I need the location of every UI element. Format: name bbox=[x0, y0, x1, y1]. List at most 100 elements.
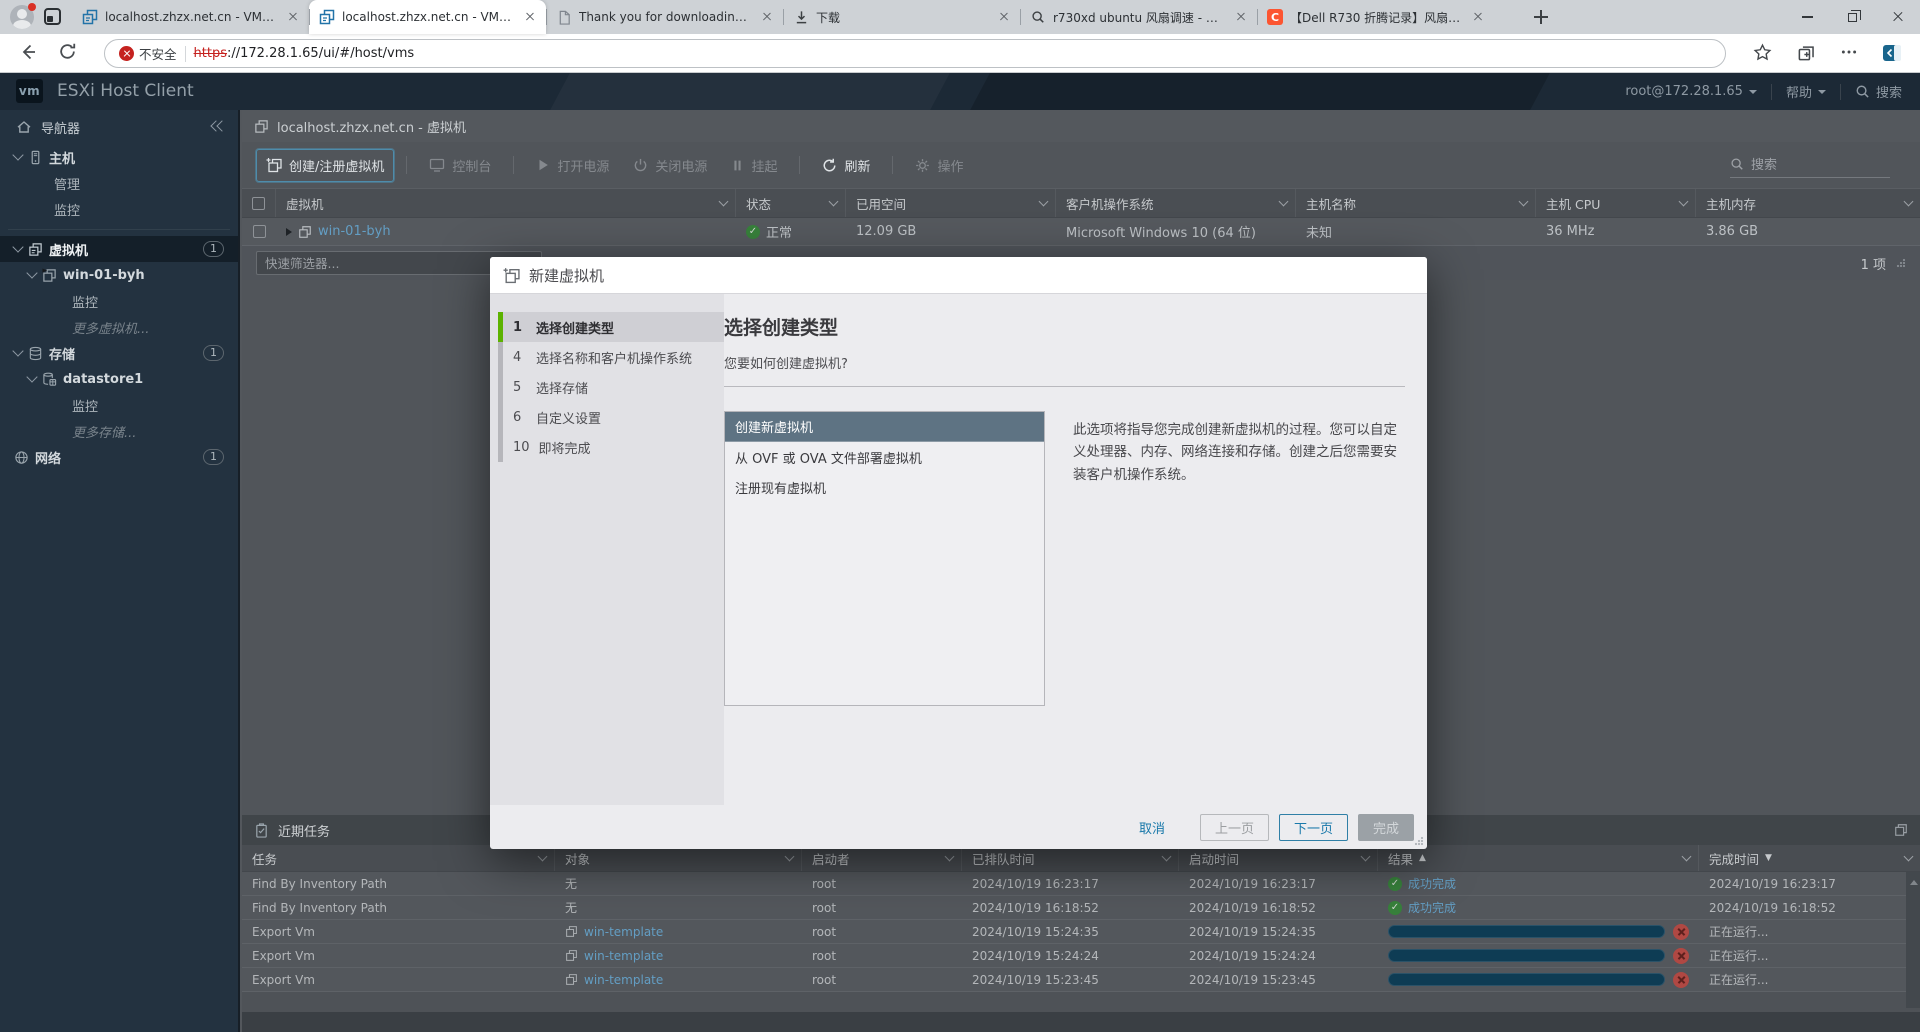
column-header[interactable]: 主机内存 bbox=[1696, 189, 1920, 217]
url-bar[interactable]: 不安全 https://172.28.1.65/ui/#/host/vms bbox=[104, 39, 1726, 68]
column-filter-icon[interactable] bbox=[1279, 197, 1289, 207]
chevron-down-icon[interactable] bbox=[12, 241, 23, 252]
expand-panel-icon[interactable] bbox=[1894, 823, 1908, 837]
result-link[interactable]: 成功完成 bbox=[1408, 899, 1456, 916]
toolbar-button[interactable]: 创建/注册虚拟机 bbox=[256, 149, 394, 182]
column-header[interactable]: 虚拟机 bbox=[276, 189, 736, 217]
column-filter-icon[interactable] bbox=[1039, 197, 1049, 207]
browser-tab[interactable]: localhost.zhzx.net.cn - VMware ES bbox=[72, 0, 309, 34]
resize-grip-icon[interactable] bbox=[1414, 836, 1424, 846]
tasks-scrollbar[interactable] bbox=[1906, 872, 1920, 1008]
sidebar-item[interactable] bbox=[0, 222, 238, 236]
sidebar-item[interactable]: 存储 1 bbox=[0, 340, 238, 366]
close-tab-icon[interactable] bbox=[522, 9, 538, 25]
cancel-task-icon[interactable] bbox=[1673, 972, 1689, 988]
sidebar-item[interactable]: 主机 bbox=[0, 144, 238, 170]
task-row[interactable]: Find By Inventory Path 无 root 2024/10/19… bbox=[242, 896, 1920, 920]
column-filter-icon[interactable] bbox=[785, 852, 795, 862]
task-row[interactable]: Export Vm win-template root 2024/10/19 1… bbox=[242, 968, 1920, 992]
toolbar-button[interactable]: 操作 bbox=[905, 149, 973, 182]
cancel-button[interactable]: 取消 bbox=[1124, 814, 1180, 841]
help-menu[interactable]: 帮助 bbox=[1786, 82, 1826, 101]
table-search-field[interactable]: 搜索 bbox=[1730, 154, 1890, 178]
wizard-step[interactable]: 6 自定义设置 bbox=[503, 402, 724, 432]
back-button[interactable]: 上一页 bbox=[1200, 814, 1269, 841]
result-link[interactable]: 成功完成 bbox=[1408, 875, 1456, 892]
toolbar-button[interactable]: 关闭电源 bbox=[623, 149, 717, 182]
column-filter-icon[interactable] bbox=[1904, 197, 1914, 207]
user-menu[interactable]: root@172.28.1.65 bbox=[1625, 84, 1757, 99]
column-filter-icon[interactable] bbox=[538, 852, 548, 862]
refresh-icon[interactable] bbox=[58, 42, 77, 61]
window-close-button[interactable] bbox=[1875, 0, 1920, 34]
wizard-step[interactable]: 5 选择存储 bbox=[503, 372, 724, 402]
creation-type-option[interactable]: 创建新虚拟机 bbox=[725, 412, 1044, 442]
vm-name-link[interactable]: win-01-byh bbox=[318, 224, 391, 239]
column-filter-icon[interactable] bbox=[829, 197, 839, 207]
column-header[interactable]: 完成时间 ▼ bbox=[1699, 845, 1920, 871]
column-header[interactable]: 客户机操作系统 bbox=[1056, 189, 1296, 217]
collapse-sidebar-icon[interactable] bbox=[212, 121, 226, 133]
close-tab-icon[interactable] bbox=[1233, 9, 1249, 25]
sidebar-item[interactable]: 网络 1 bbox=[0, 444, 238, 470]
close-tab-icon[interactable] bbox=[285, 9, 301, 25]
toolbar-button[interactable]: 刷新 bbox=[812, 149, 880, 182]
next-button[interactable]: 下一页 bbox=[1279, 814, 1348, 841]
column-filter-icon[interactable] bbox=[1162, 852, 1172, 862]
favorite-star-icon[interactable] bbox=[1753, 43, 1772, 62]
sidebar-panel-icon[interactable] bbox=[1882, 43, 1902, 63]
column-filter-icon[interactable] bbox=[1679, 197, 1689, 207]
toolbar-button[interactable]: 打开电源 bbox=[526, 149, 619, 182]
workspaces-icon[interactable] bbox=[44, 8, 61, 25]
select-all-checkbox[interactable] bbox=[252, 197, 265, 210]
column-filter-icon[interactable] bbox=[1361, 852, 1371, 862]
task-row[interactable]: Find By Inventory Path 无 root 2024/10/19… bbox=[242, 872, 1920, 896]
global-search[interactable]: 搜索 bbox=[1855, 82, 1902, 101]
sidebar-item[interactable]: 监控 bbox=[0, 196, 238, 222]
chevron-down-icon[interactable] bbox=[26, 267, 37, 278]
sidebar-item[interactable]: 更多存储... bbox=[0, 418, 238, 444]
browser-tab[interactable]: r730xd ubuntu 风扇调速 - 搜索 bbox=[1020, 0, 1257, 34]
column-header[interactable]: 状态 bbox=[736, 189, 846, 217]
chevron-down-icon[interactable] bbox=[12, 149, 23, 160]
task-target-link[interactable]: win-template bbox=[584, 949, 663, 963]
security-badge[interactable]: 不安全 bbox=[119, 44, 177, 63]
sidebar-item[interactable]: win-01-byh bbox=[0, 262, 238, 288]
browser-tab[interactable]: 下载 bbox=[783, 0, 1020, 34]
wizard-step[interactable]: 4 选择名称和客户机操作系统 bbox=[503, 342, 724, 372]
task-target-link[interactable]: win-template bbox=[584, 973, 663, 987]
sidebar-item[interactable]: 监控 bbox=[0, 288, 238, 314]
column-filter-icon[interactable] bbox=[719, 197, 729, 207]
column-filter-icon[interactable] bbox=[1519, 197, 1529, 207]
back-icon[interactable] bbox=[18, 42, 38, 62]
sidebar-item[interactable]: datastore1 bbox=[0, 366, 238, 392]
task-target-link[interactable]: win-template bbox=[584, 925, 663, 939]
task-row[interactable]: Export Vm win-template root 2024/10/19 1… bbox=[242, 944, 1920, 968]
more-menu-icon[interactable] bbox=[1840, 43, 1858, 61]
chevron-down-icon[interactable] bbox=[26, 371, 37, 382]
sidebar-item[interactable]: 管理 bbox=[0, 170, 238, 196]
creation-type-option[interactable]: 从 OVF 或 OVA 文件部署虚拟机 bbox=[725, 442, 1044, 472]
browser-tab[interactable]: C 【Dell R730 折腾记录】风扇调速 bbox=[1257, 0, 1494, 34]
task-row[interactable]: Export Vm win-template root 2024/10/19 1… bbox=[242, 920, 1920, 944]
window-minimize-button[interactable] bbox=[1785, 0, 1830, 34]
sidebar-item[interactable]: 更多虚拟机... bbox=[0, 314, 238, 340]
window-restore-button[interactable] bbox=[1830, 0, 1875, 34]
collections-icon[interactable] bbox=[1797, 43, 1816, 62]
toolbar-button[interactable]: 挂起 bbox=[721, 149, 787, 182]
close-tab-icon[interactable] bbox=[996, 9, 1012, 25]
finish-button[interactable]: 完成 bbox=[1358, 814, 1414, 841]
sidebar-item[interactable]: 虚拟机 1 bbox=[0, 236, 238, 262]
resize-grip-icon[interactable] bbox=[1896, 258, 1906, 268]
close-tab-icon[interactable] bbox=[1470, 9, 1486, 25]
row-checkbox[interactable] bbox=[253, 225, 266, 238]
wizard-step[interactable]: 1 选择创建类型 bbox=[503, 312, 724, 342]
column-header[interactable]: 主机名称 bbox=[1296, 189, 1536, 217]
column-filter-icon[interactable] bbox=[1904, 852, 1914, 862]
cancel-task-icon[interactable] bbox=[1673, 948, 1689, 964]
cancel-task-icon[interactable] bbox=[1673, 924, 1689, 940]
column-filter-icon[interactable] bbox=[1682, 852, 1692, 862]
column-header[interactable]: 主机 CPU bbox=[1536, 189, 1696, 217]
wizard-step[interactable]: 10 即将完成 bbox=[503, 432, 724, 462]
toolbar-button[interactable]: 控制台 bbox=[419, 149, 501, 182]
